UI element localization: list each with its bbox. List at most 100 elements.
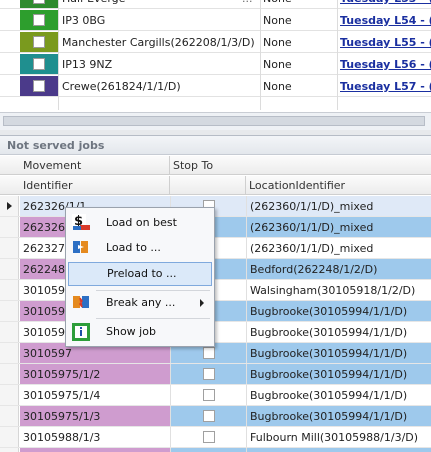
menu-label: Show job bbox=[106, 325, 156, 338]
route-checkbox[interactable] bbox=[33, 36, 45, 48]
route-name: Manchester Cargills(262208/1/3/D) bbox=[62, 36, 255, 49]
dollar-truck-icon: $ bbox=[72, 214, 90, 232]
job-row[interactable]: 30105975/1/3 Bugbrooke(30105994/1/1/D) bbox=[0, 406, 431, 427]
location-identifier[interactable]: Bugbrooke(30105994/1/1/D) bbox=[246, 322, 431, 342]
job-row[interactable]: 30105975/1/4 Bugbrooke(30105994/1/1/D) bbox=[0, 385, 431, 406]
row-indicator[interactable] bbox=[0, 427, 19, 447]
route-name: IP13 9NZ bbox=[62, 58, 113, 71]
header-location-identifier[interactable]: LocationIdentifier bbox=[249, 179, 345, 192]
served-route-row[interactable]: Manchester Cargills(262208/1/3/D) None Tue… bbox=[0, 32, 431, 53]
location-identifier[interactable]: (262360/1/1/D)_mixed bbox=[246, 196, 431, 216]
job-identifier[interactable]: 30105988/1/3 bbox=[20, 427, 170, 447]
stop-to-checkbox[interactable] bbox=[203, 347, 215, 359]
stop-to-cell bbox=[170, 406, 246, 426]
row-indicator[interactable] bbox=[0, 196, 19, 216]
location-identifier[interactable]: Walsingham(30105918/1/2/D) bbox=[246, 280, 431, 300]
column-divider bbox=[58, 0, 59, 110]
location-identifier[interactable]: (262360/1/1/D)_mixed bbox=[246, 217, 431, 237]
route-checkbox[interactable] bbox=[33, 80, 45, 92]
column-divider bbox=[337, 0, 338, 110]
menu-label: Load on best bbox=[106, 216, 177, 229]
stop-to-cell bbox=[170, 448, 246, 452]
menu-item-preload-to[interactable]: Preload to ... bbox=[68, 262, 212, 286]
group-header-row: Movement Stop To bbox=[0, 156, 431, 175]
route-checkbox[interactable] bbox=[33, 14, 45, 26]
location-identifier[interactable]: Bedford(262248/1/2/D) bbox=[246, 259, 431, 279]
menu-separator bbox=[96, 318, 210, 319]
route-link[interactable]: Tuesday L53 - ( bbox=[340, 0, 431, 5]
location-identifier[interactable]: Fulbourn Mill(30105988/1/3/D) bbox=[246, 448, 431, 452]
menu-item-load-on-best[interactable]: $ Load on best bbox=[68, 211, 212, 235]
job-identifier[interactable]: 30105975/1/3 bbox=[20, 406, 170, 426]
job-identifier[interactable]: 30105988/1/4 bbox=[20, 448, 170, 452]
route-checkbox[interactable] bbox=[33, 58, 45, 70]
panel-title: Not served jobs bbox=[0, 136, 431, 155]
route-color-swatch bbox=[20, 76, 58, 96]
header-divider bbox=[169, 176, 170, 195]
row-indicator[interactable] bbox=[0, 301, 19, 321]
served-routes-grid: Hall-Everge... None Tuesday L53 - ( IP3 0BG… bbox=[0, 0, 431, 130]
menu-item-load-to[interactable]: Load to ... bbox=[68, 236, 212, 260]
stop-to-cell bbox=[170, 385, 246, 405]
location-identifier[interactable]: (262360/1/1/D)_mixed bbox=[246, 238, 431, 258]
row-indicator[interactable] bbox=[0, 259, 19, 279]
route-stop: None bbox=[263, 14, 292, 27]
stop-to-cell bbox=[170, 364, 246, 384]
route-name: Crewe(261824/1/1/D) bbox=[62, 80, 181, 93]
route-link[interactable]: Tuesday L54 - ( bbox=[340, 14, 431, 27]
route-name: IP3 0BG bbox=[62, 14, 106, 27]
location-identifier[interactable]: Fulbourn Mill(30105988/1/3/D) bbox=[246, 427, 431, 447]
info-icon bbox=[72, 323, 90, 341]
served-route-row[interactable]: IP3 0BG None Tuesday L54 - ( bbox=[0, 10, 431, 31]
header-stop-to[interactable]: Stop To bbox=[173, 159, 213, 172]
route-stop: None bbox=[263, 58, 292, 71]
row-indicator[interactable] bbox=[0, 406, 19, 426]
row-indicator[interactable] bbox=[0, 343, 19, 363]
stop-to-checkbox[interactable] bbox=[203, 410, 215, 422]
route-name: Hall-Everge bbox=[62, 0, 125, 5]
location-identifier[interactable]: Bugbrooke(30105994/1/1/D) bbox=[246, 364, 431, 384]
menu-item-break-any[interactable]: Break any ... bbox=[68, 291, 212, 315]
submenu-arrow-icon bbox=[200, 299, 204, 307]
location-identifier[interactable]: Bugbrooke(30105994/1/1/D) bbox=[246, 406, 431, 426]
route-link[interactable]: Tuesday L55 - ( bbox=[340, 36, 431, 49]
job-row[interactable]: 30105988/1/3 Fulbourn Mill(30105988/1/3/D… bbox=[0, 427, 431, 448]
served-route-row[interactable]: Hall-Everge... None Tuesday L53 - ( bbox=[0, 0, 431, 9]
row-indicator[interactable] bbox=[0, 322, 19, 342]
break-truck-icon bbox=[72, 294, 90, 312]
route-stop: None bbox=[263, 0, 292, 5]
menu-label: Load to ... bbox=[106, 241, 161, 254]
column-divider bbox=[260, 0, 261, 110]
location-identifier[interactable]: Bugbrooke(30105994/1/1/D) bbox=[246, 301, 431, 321]
column-header-row: Identifier LocationIdentifier bbox=[0, 176, 431, 195]
stop-to-checkbox[interactable] bbox=[203, 431, 215, 443]
route-link[interactable]: Tuesday L57 - ( bbox=[340, 80, 431, 93]
job-row[interactable]: 30105988/1/4 Fulbourn Mill(30105988/1/3/D… bbox=[0, 448, 431, 452]
served-route-row[interactable]: IP13 9NZ None Tuesday L56 - ( bbox=[0, 54, 431, 75]
scrollbar-thumb[interactable] bbox=[3, 116, 425, 126]
current-row-arrow-icon bbox=[7, 202, 12, 210]
job-identifier[interactable]: 30105975/1/2 bbox=[20, 364, 170, 384]
row-indicator[interactable] bbox=[0, 385, 19, 405]
row-indicator[interactable] bbox=[0, 448, 19, 452]
stop-to-checkbox[interactable] bbox=[203, 368, 215, 380]
horizontal-scrollbar[interactable] bbox=[0, 112, 431, 130]
row-indicator[interactable] bbox=[0, 238, 19, 258]
row-indicator[interactable] bbox=[0, 217, 19, 237]
stop-to-checkbox[interactable] bbox=[203, 389, 215, 401]
menu-item-show-job[interactable]: Show job bbox=[68, 320, 212, 344]
route-extra: ... bbox=[242, 0, 253, 5]
route-link[interactable]: Tuesday L56 - ( bbox=[340, 58, 431, 71]
header-movement[interactable]: Movement bbox=[23, 159, 81, 172]
job-identifier[interactable]: 30105975/1/4 bbox=[20, 385, 170, 405]
row-indicator[interactable] bbox=[0, 280, 19, 300]
location-identifier[interactable]: Bugbrooke(30105994/1/1/D) bbox=[246, 385, 431, 405]
route-checkbox[interactable] bbox=[33, 0, 45, 4]
load-truck-icon bbox=[72, 239, 90, 257]
location-identifier[interactable]: Bugbrooke(30105994/1/1/D) bbox=[246, 343, 431, 363]
header-identifier[interactable]: Identifier bbox=[23, 179, 73, 192]
served-route-row[interactable]: Crewe(261824/1/1/D) None Tuesday L57 - ( bbox=[0, 76, 431, 97]
job-row[interactable]: 30105975/1/2 Bugbrooke(30105994/1/1/D) bbox=[0, 364, 431, 385]
header-divider bbox=[169, 156, 170, 175]
row-indicator[interactable] bbox=[0, 364, 19, 384]
